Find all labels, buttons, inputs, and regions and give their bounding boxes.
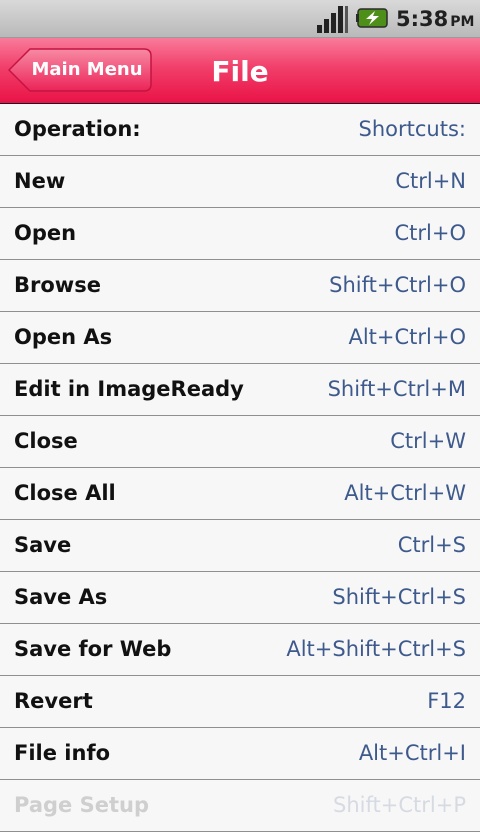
shortcut-keys: Shift+Ctrl+S	[332, 585, 466, 609]
list-item[interactable]: New Ctrl+N	[0, 156, 480, 208]
list-item[interactable]: Revert F12	[0, 676, 480, 728]
list-item[interactable]: Save Ctrl+S	[0, 520, 480, 572]
shortcut-keys: Ctrl+N	[395, 169, 466, 193]
battery-charging-icon	[356, 8, 388, 28]
operation-column-header: Operation:	[14, 117, 141, 141]
operation-name: Save for Web	[14, 637, 172, 661]
list-item[interactable]: Save As Shift+Ctrl+S	[0, 572, 480, 624]
status-bar: 5:38 PM	[0, 0, 480, 38]
main-menu-back-button[interactable]: Main Menu	[8, 48, 152, 92]
operation-name: Open As	[14, 325, 113, 349]
list-header-row: Operation: Shortcuts:	[0, 104, 480, 156]
shortcut-keys: Shift+Ctrl+P	[333, 793, 466, 817]
list-item[interactable]: File info Alt+Ctrl+I	[0, 728, 480, 780]
list-item[interactable]: Close All Alt+Ctrl+W	[0, 468, 480, 520]
shortcut-keys: Shift+Ctrl+O	[329, 273, 466, 297]
shortcut-list: Operation: Shortcuts: New Ctrl+N Open Ct…	[0, 104, 480, 832]
clock-ampm: PM	[450, 14, 475, 30]
list-item[interactable]: Close Ctrl+W	[0, 416, 480, 468]
shortcut-column-header: Shortcuts:	[358, 117, 466, 141]
operation-name: Save As	[14, 585, 108, 609]
back-button-label: Main Menu	[31, 59, 143, 80]
shortcut-keys: Ctrl+S	[397, 533, 466, 557]
operation-name: Browse	[14, 273, 101, 297]
operation-name: Close All	[14, 481, 116, 505]
list-item[interactable]: Page Setup Shift+Ctrl+P	[0, 780, 480, 832]
list-item[interactable]: Open Ctrl+O	[0, 208, 480, 260]
status-clock: 5:38 PM	[396, 5, 474, 33]
operation-name: Revert	[14, 689, 93, 713]
list-item[interactable]: Open As Alt+Ctrl+O	[0, 312, 480, 364]
list-item[interactable]: Browse Shift+Ctrl+O	[0, 260, 480, 312]
shortcut-keys: Alt+Shift+Ctrl+S	[286, 637, 466, 661]
operation-name: Save	[14, 533, 72, 557]
clock-time: 5:38	[396, 7, 449, 31]
list-item[interactable]: Edit in ImageReady Shift+Ctrl+M	[0, 364, 480, 416]
shortcut-keys: Alt+Ctrl+W	[344, 481, 466, 505]
shortcut-keys: Alt+Ctrl+O	[348, 325, 466, 349]
shortcut-keys: Shift+Ctrl+M	[327, 377, 466, 401]
operation-name: File info	[14, 741, 111, 765]
operation-name: Close	[14, 429, 78, 453]
shortcut-keys: Alt+Ctrl+I	[358, 741, 466, 765]
shortcut-keys: Ctrl+W	[390, 429, 466, 453]
operation-name: Edit in ImageReady	[14, 377, 244, 401]
operation-name: New	[14, 169, 66, 193]
shortcut-keys: Ctrl+O	[394, 221, 467, 245]
list-item[interactable]: Save for Web Alt+Shift+Ctrl+S	[0, 624, 480, 676]
signal-bars-icon	[317, 6, 348, 33]
title-bar: Main Menu File	[0, 38, 480, 105]
operation-name: Page Setup	[14, 793, 149, 817]
shortcut-keys: F12	[427, 689, 466, 713]
operation-name: Open	[14, 221, 77, 245]
